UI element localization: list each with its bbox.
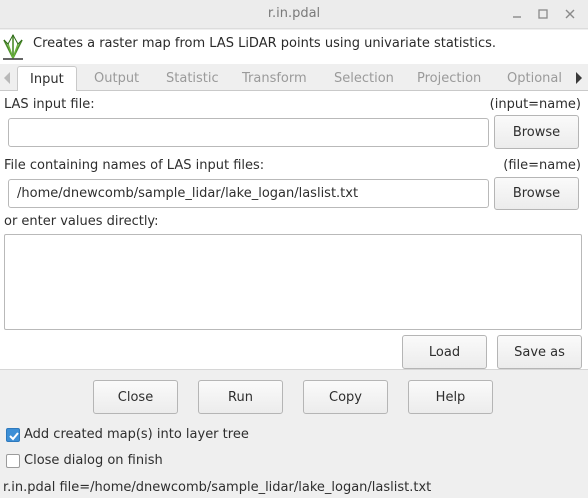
close-on-finish-checkbox[interactable] xyxy=(6,453,20,468)
las-input-field[interactable] xyxy=(8,118,489,147)
minimize-button[interactable] xyxy=(507,4,527,24)
direct-entry-label: or enter values directly: xyxy=(4,214,159,229)
help-button[interactable]: Help xyxy=(408,380,493,414)
checkmark-icon xyxy=(9,431,19,440)
las-input-label: LAS input file: xyxy=(4,97,95,112)
maximize-icon xyxy=(538,9,548,19)
tab-bar: Input Output Statistic Transform Selecti… xyxy=(0,64,588,92)
module-description: Creates a raster map from LAS LiDAR poin… xyxy=(33,36,497,51)
load-button[interactable]: Load xyxy=(402,335,487,369)
tab-input[interactable]: Input xyxy=(17,66,77,92)
close-button[interactable]: Close xyxy=(93,380,178,414)
maximize-button[interactable] xyxy=(533,4,553,24)
tab-statistic[interactable]: Statistic xyxy=(166,71,219,86)
chevron-left-icon[interactable] xyxy=(1,70,13,86)
chevron-right-icon[interactable] xyxy=(573,70,585,86)
file-list-param: (file=name) xyxy=(503,158,581,173)
tab-optional[interactable]: Optional xyxy=(507,71,562,86)
module-header: Creates a raster map from LAS LiDAR poin… xyxy=(0,30,588,64)
las-input-param: (input=name) xyxy=(489,97,581,112)
file-list-label: File containing names of LAS input files… xyxy=(4,158,265,173)
tab-projection[interactable]: Projection xyxy=(417,71,481,86)
minimize-icon xyxy=(513,16,521,18)
las-input-browse-button[interactable]: Browse xyxy=(494,115,579,149)
tab-selection[interactable]: Selection xyxy=(334,71,394,86)
command-preview: r.in.pdal file=/home/dnewcomb/sample_lid… xyxy=(3,480,432,495)
close-on-finish-option[interactable]: Close dialog on finish xyxy=(6,453,163,468)
save-as-button[interactable]: Save as xyxy=(497,335,582,369)
add-to-layer-tree-label: Add created map(s) into layer tree xyxy=(24,427,249,442)
title-bar: r.in.pdal xyxy=(0,0,588,29)
run-button[interactable]: Run xyxy=(198,380,283,414)
direct-entry-textarea[interactable] xyxy=(4,234,582,330)
status-bar: r.in.pdal file=/home/dnewcomb/sample_lid… xyxy=(0,477,588,498)
add-to-layer-tree-checkbox[interactable] xyxy=(6,427,20,442)
tab-output[interactable]: Output xyxy=(94,71,139,86)
panel-separator xyxy=(0,369,588,370)
file-list-browse-button[interactable]: Browse xyxy=(494,177,579,210)
input-panel: LAS input file: (input=name) Browse File… xyxy=(0,91,588,369)
file-list-field[interactable]: /home/dnewcomb/sample_lidar/lake_logan/l… xyxy=(8,179,489,208)
close-on-finish-label: Close dialog on finish xyxy=(24,453,163,468)
add-to-layer-tree-option[interactable]: Add created map(s) into layer tree xyxy=(6,427,249,442)
copy-button[interactable]: Copy xyxy=(303,380,388,414)
window-title: r.in.pdal xyxy=(267,6,321,21)
grass-logo-icon xyxy=(3,33,23,60)
tab-transform[interactable]: Transform xyxy=(242,71,307,86)
close-icon xyxy=(565,9,575,19)
close-window-button[interactable] xyxy=(560,4,580,24)
